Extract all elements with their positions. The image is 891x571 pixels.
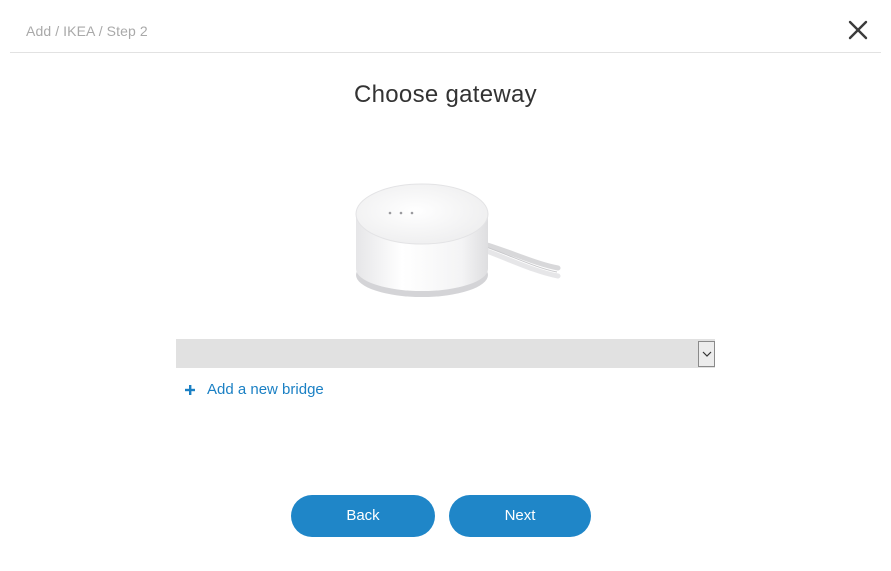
add-bridge-label: Add a new bridge xyxy=(207,380,324,398)
select-dropdown-button[interactable] xyxy=(698,341,715,367)
plus-icon xyxy=(184,383,196,395)
chevron-down-icon xyxy=(702,351,712,357)
gateway-image xyxy=(346,172,562,304)
close-icon xyxy=(848,20,868,40)
add-bridge-link[interactable]: Add a new bridge xyxy=(184,380,324,398)
close-button[interactable] xyxy=(845,17,871,43)
breadcrumb: Add / IKEA / Step 2 xyxy=(26,23,148,39)
header: Add / IKEA / Step 2 xyxy=(10,0,881,53)
gateway-select[interactable] xyxy=(176,339,715,368)
back-button[interactable]: Back xyxy=(291,495,435,537)
next-button[interactable]: Next xyxy=(449,495,591,537)
page-title: Choose gateway xyxy=(354,81,537,108)
choose-gateway-page: Add / IKEA / Step 2 Choose gateway Add a… xyxy=(0,0,891,571)
